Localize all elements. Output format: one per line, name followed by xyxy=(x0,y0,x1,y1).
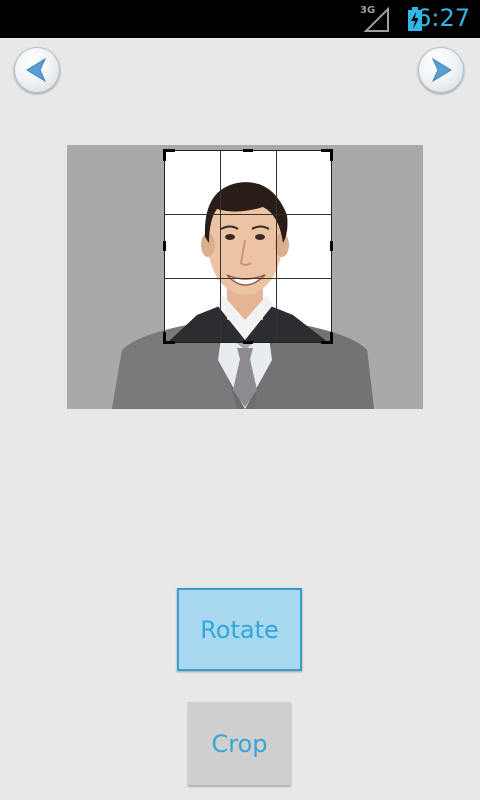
network-type-label: 3G xyxy=(360,5,376,16)
photo-preview xyxy=(67,145,423,409)
grid-line xyxy=(276,151,277,342)
next-button[interactable] xyxy=(418,47,464,93)
grid-line xyxy=(220,151,221,342)
grid-line xyxy=(165,214,331,215)
back-button[interactable] xyxy=(14,47,60,93)
status-clock: 6:27 xyxy=(416,4,470,32)
crop-handle-bottom[interactable] xyxy=(243,341,253,344)
crop-handle-left[interactable] xyxy=(163,241,166,251)
grid-line xyxy=(165,278,331,279)
crop-handle-bottom-right[interactable] xyxy=(330,332,333,344)
crop-button[interactable]: Crop xyxy=(188,701,291,785)
rotate-button[interactable]: Rotate xyxy=(177,588,302,671)
status-bar: 3G 6:27 xyxy=(0,0,480,38)
arrow-right-icon xyxy=(431,57,452,83)
signal-icon: 3G xyxy=(360,5,390,33)
crop-handle-right[interactable] xyxy=(330,241,333,251)
crop-handle-bottom-left[interactable] xyxy=(163,332,166,344)
crop-frame[interactable] xyxy=(163,149,333,344)
arrow-left-icon xyxy=(26,57,47,83)
crop-handle-top[interactable] xyxy=(243,149,253,152)
crop-handle-top-left[interactable] xyxy=(163,149,166,161)
crop-handle-top-right[interactable] xyxy=(330,149,333,161)
